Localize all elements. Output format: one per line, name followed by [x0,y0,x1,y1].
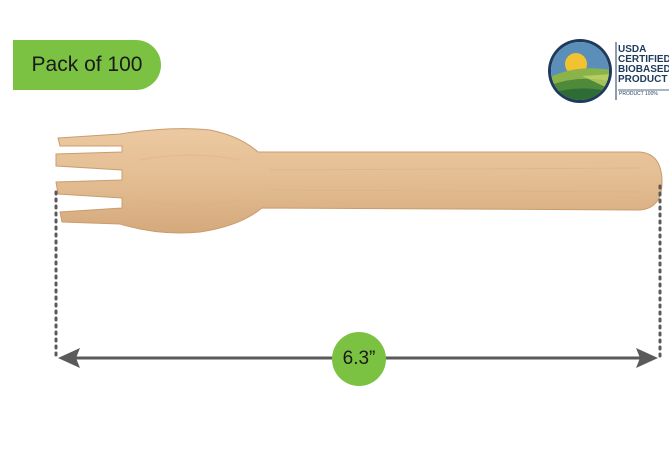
wooden-fork [54,128,663,368]
fork-head [55,128,663,234]
product-image: Pack of 100 USDA CERTIFIED BIOBASED PROD… [0,0,669,469]
length-badge: 6.3” [332,332,386,386]
